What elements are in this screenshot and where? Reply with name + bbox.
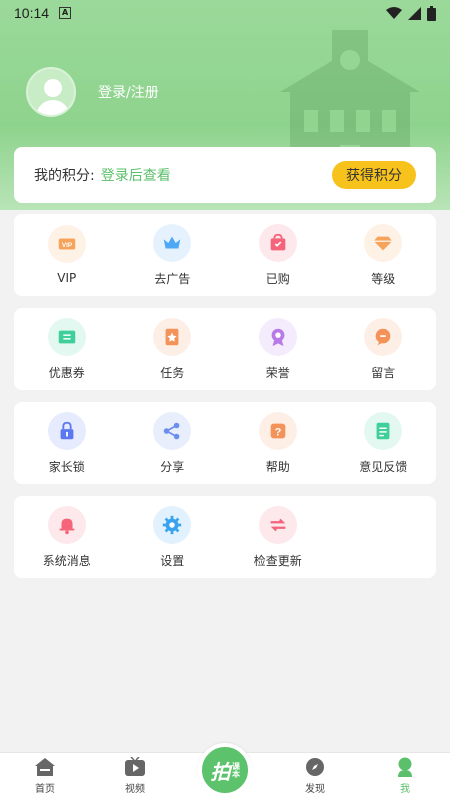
task-icon xyxy=(153,317,192,356)
tab-discover[interactable]: 发现 xyxy=(270,753,360,800)
grid-item-help[interactable]: ? 帮助 xyxy=(225,411,331,475)
me-icon xyxy=(398,757,412,777)
grid-item-label: 家长锁 xyxy=(48,459,85,474)
tab-video[interactable]: 视频 xyxy=(90,753,180,800)
grid-item-label: 意见反馈 xyxy=(359,459,408,474)
grid-item-label: 已购 xyxy=(265,271,290,286)
grid-item-label: 留言 xyxy=(371,365,396,380)
grid-item-label: VIP xyxy=(57,271,77,285)
grid-item-share[interactable]: 分享 xyxy=(120,411,226,475)
tab-home-label: 首页 xyxy=(35,784,55,795)
login-register-link[interactable]: 登录/注册 xyxy=(98,82,159,102)
grid-item-label: 去广告 xyxy=(154,271,191,286)
battery-icon xyxy=(427,5,436,21)
svg-text:VIP: VIP xyxy=(62,242,73,249)
status-time: 10:14 xyxy=(14,5,50,21)
grid-item-label: 任务 xyxy=(160,365,185,380)
grid-item-label: 帮助 xyxy=(265,459,290,474)
grid-item-bell[interactable]: 系统消息 xyxy=(14,505,120,569)
tab-me[interactable]: 我 xyxy=(360,753,450,800)
get-points-button[interactable]: 获得积分 xyxy=(332,161,416,189)
grid-card-3: 家长锁 分享? 帮助 意见反馈 xyxy=(14,402,436,484)
points-label: 我的积分: xyxy=(34,168,95,184)
grid-item-vip[interactable]: VIP VIP xyxy=(14,225,120,285)
home-icon xyxy=(35,758,55,776)
avatar-head-shape xyxy=(44,79,62,97)
grid-item-label: 荣誉 xyxy=(265,365,290,380)
grid-item-lock[interactable]: 家长锁 xyxy=(14,411,120,475)
profile-section: 登录/注册 xyxy=(26,67,159,117)
grid-item-medal[interactable]: 荣誉 xyxy=(225,317,331,381)
grid-card-1: VIP VIP 去广告 已购 等级 xyxy=(14,214,436,296)
update-icon xyxy=(258,505,297,544)
grid-item-feedback[interactable]: 意见反馈 xyxy=(331,411,437,475)
feedback-icon xyxy=(364,411,403,450)
coupon-icon xyxy=(47,317,86,356)
share-icon xyxy=(153,411,192,450)
grid-item-message[interactable]: 留言 xyxy=(331,317,437,381)
points-login-link[interactable]: 登录后查看 xyxy=(101,165,171,185)
grid-item-update[interactable]: 检查更新 xyxy=(225,505,331,569)
status-right xyxy=(386,5,436,21)
grid-item-crown[interactable]: 去广告 xyxy=(120,223,226,287)
tab-video-label: 视频 xyxy=(125,784,145,795)
status-bar: 10:14 A xyxy=(0,0,450,26)
avatar-body-shape xyxy=(36,100,70,115)
points-card: 我的积分: 登录后查看 获得积分 xyxy=(14,147,436,203)
center-logo-big: 拍 xyxy=(210,759,231,784)
center-camera-button[interactable]: 拍 课本 xyxy=(198,743,252,797)
grid-item-label: 分享 xyxy=(160,459,185,474)
help-icon: ? xyxy=(258,411,297,450)
grid-item-label: 优惠券 xyxy=(48,365,85,380)
svg-text:?: ? xyxy=(274,426,281,438)
tab-me-label: 我 xyxy=(400,784,410,795)
signal-icon xyxy=(408,6,421,20)
vip-icon: VIP xyxy=(47,225,86,263)
grid-item-label: 设置 xyxy=(160,553,185,568)
notification-a-icon: A xyxy=(59,7,72,19)
center-logo-small: 课本 xyxy=(231,762,241,778)
grid-item-task[interactable]: 任务 xyxy=(120,317,226,381)
video-icon xyxy=(125,757,145,776)
tab-discover-label: 发现 xyxy=(305,784,325,795)
grid-item-label: 等级 xyxy=(371,271,396,286)
avatar[interactable] xyxy=(26,67,76,117)
bag-icon xyxy=(258,223,297,262)
diamond-icon xyxy=(364,223,403,262)
grid-card-4: 系统消息 设置 检查更新 xyxy=(14,496,436,578)
grid-item-diamond[interactable]: 等级 xyxy=(331,223,437,287)
grid-item-label: 系统消息 xyxy=(42,553,91,568)
message-icon xyxy=(364,317,403,356)
medal-icon xyxy=(258,317,297,356)
wifi-icon xyxy=(386,6,402,19)
settings-icon xyxy=(153,505,192,544)
grid-item-label: 检查更新 xyxy=(253,553,302,568)
grid-item-bag[interactable]: 已购 xyxy=(225,223,331,287)
grid-card-2: 优惠券 任务 荣誉 留言 xyxy=(14,308,436,390)
crown-icon xyxy=(153,223,192,262)
grid-item-settings[interactable]: 设置 xyxy=(120,505,226,569)
bell-icon xyxy=(47,505,86,544)
lock-icon xyxy=(47,411,86,450)
tab-home[interactable]: 首页 xyxy=(0,753,90,800)
grid-item-coupon[interactable]: 优惠券 xyxy=(14,317,120,381)
compass-icon xyxy=(306,758,324,776)
